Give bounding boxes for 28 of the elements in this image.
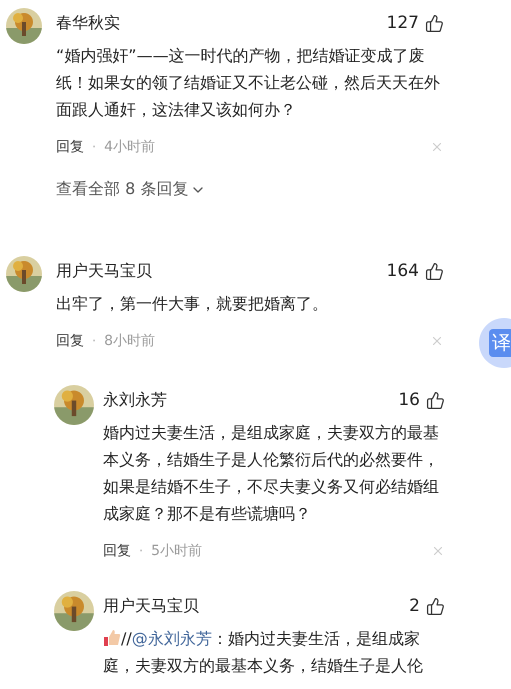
comment-text: 出牢了，第一件大事，就要把婚离了。: [56, 293, 329, 315]
time-text: 4小时前: [104, 138, 156, 156]
comment-text: 婚内过夫妻生活，是组成家庭，夫妻双方的最基本义务，结婚生子是人伦繁衍后代的必然要件，如果是结婚不生子，不尽夫妻义务又何必结婚组成家庭？那不是有些谎塘吗？: [103, 422, 440, 525]
like-count: 2: [409, 596, 420, 616]
author-name: 用户天马宝贝: [103, 596, 199, 616]
view-replies-button[interactable]: 查看全部 8 条回复: [56, 179, 206, 200]
author-name: 永刘永芳: [103, 390, 167, 410]
like-icon[interactable]: [425, 262, 444, 280]
reply-link[interactable]: 回复: [103, 542, 131, 560]
like-icon[interactable]: [426, 596, 445, 616]
like-icon[interactable]: [426, 390, 445, 410]
author-name: 春华秋实: [56, 12, 120, 34]
reply-link[interactable]: 回复: [56, 138, 84, 156]
thumbs-up-icon: [103, 629, 121, 647]
comment-text: //@永刘永芳：婚内过夫妻生活，是组成家庭，夫妻双方的最基本义务，结婚生子是人伦: [103, 628, 424, 677]
separator-dot: ·: [92, 334, 96, 348]
reply-link[interactable]: 回复: [56, 332, 84, 350]
like-count: 164: [386, 261, 419, 281]
like-count: 16: [398, 390, 420, 410]
like-icon[interactable]: [425, 14, 444, 32]
time-text: 8小时前: [104, 332, 156, 350]
separator-dot: ·: [92, 140, 96, 154]
mention-link[interactable]: @永刘永芳: [132, 629, 212, 648]
like-count: 127: [386, 13, 419, 33]
comment-text: “婚内强奸”——这一时代的产物，把结婚证变成了废纸！如果女的领了结婚证又不让老公碰，然后天天在外面跟人通奸，这法律又该如何办？: [56, 45, 441, 121]
time-text: 5小时前: [151, 542, 202, 560]
separator-dot: ·: [139, 544, 144, 558]
author-name: 用户天马宝贝: [56, 260, 152, 282]
